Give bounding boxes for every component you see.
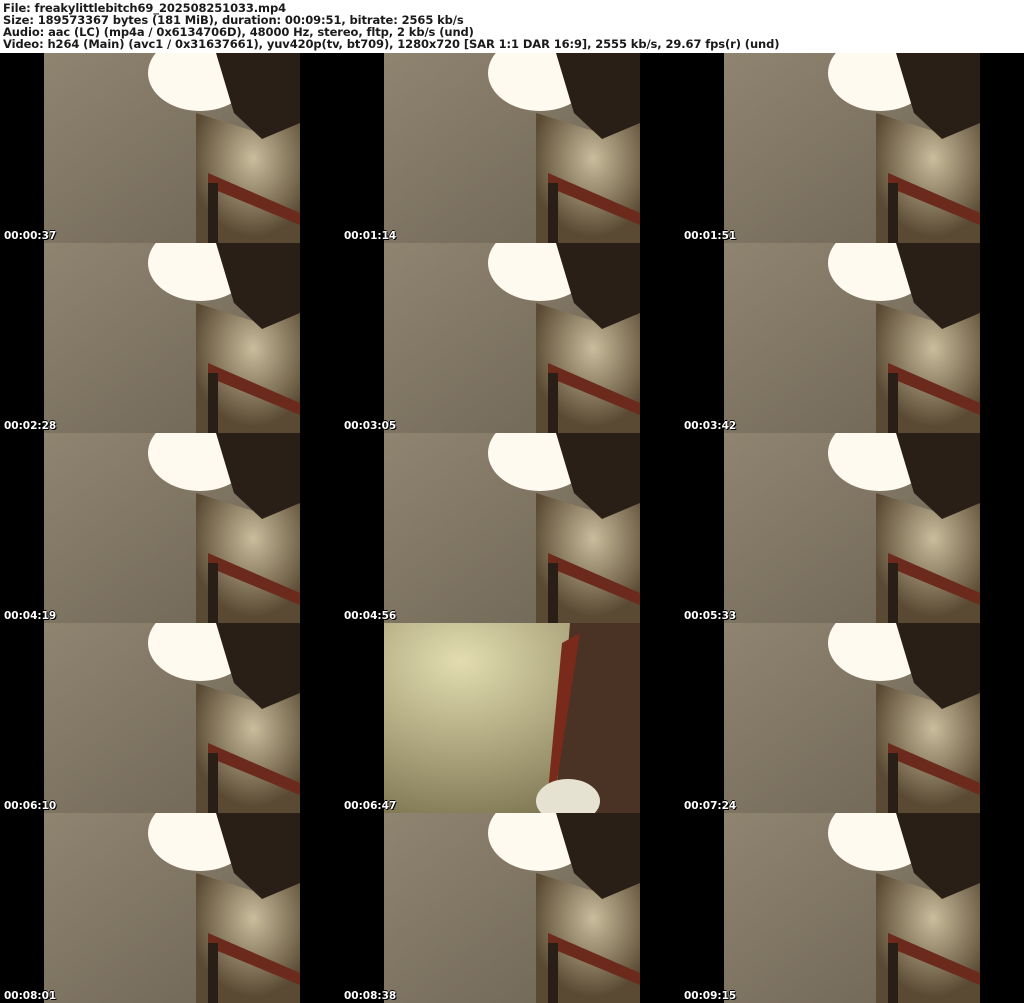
thumbnail-frame: 00:01:51 (680, 53, 1020, 243)
thumbnail-frame: 00:06:10 (0, 623, 340, 813)
thumbnail-timestamp: 00:07:24 (684, 800, 737, 812)
frame-image (340, 433, 680, 623)
frame-image (680, 623, 1020, 813)
thumbnail-timestamp: 00:06:10 (4, 800, 57, 812)
thumbnail-timestamp: 00:09:15 (684, 990, 737, 1002)
frame-image (0, 243, 340, 433)
thumbnail-frame: 00:03:42 (680, 243, 1020, 433)
frame-image (0, 813, 340, 1003)
frame-image (680, 53, 1020, 243)
thumbnail-frame: 00:03:05 (340, 243, 680, 433)
video-info-header: File: freakylittlebitch69_202508251033.m… (0, 0, 1024, 53)
thumbnail-timestamp: 00:08:01 (4, 990, 57, 1002)
thumbnail-grid: 00:00:37 00:01:14 00:01:51 00:02:28 00:0… (0, 53, 1024, 1003)
frame-image (340, 623, 680, 813)
thumbnail-frame: 00:01:14 (340, 53, 680, 243)
thumbnail-timestamp: 00:05:33 (684, 610, 737, 622)
video-info-line: Video: h264 (Main) (avc1 / 0x31637661), … (3, 37, 780, 51)
thumbnail-frame: 00:09:15 (680, 813, 1020, 1003)
thumbnail-frame: 00:05:33 (680, 433, 1020, 623)
thumbnail-frame: 00:07:24 (680, 623, 1020, 813)
thumbnail-timestamp: 00:01:14 (344, 230, 397, 242)
thumbnail-timestamp: 00:04:19 (4, 610, 57, 622)
thumbnail-timestamp: 00:08:38 (344, 990, 397, 1002)
thumbnail-frame: 00:06:47 (340, 623, 680, 813)
thumbnail-timestamp: 00:06:47 (344, 800, 397, 812)
frame-image (340, 243, 680, 433)
frame-image (680, 813, 1020, 1003)
frame-image (0, 433, 340, 623)
thumbnail-frame: 00:02:28 (0, 243, 340, 433)
thumbnail-timestamp: 00:00:37 (4, 230, 57, 242)
thumbnail-frame: 00:00:37 (0, 53, 340, 243)
thumbnail-timestamp: 00:04:56 (344, 610, 397, 622)
frame-image (340, 813, 680, 1003)
thumbnail-timestamp: 00:03:42 (684, 420, 737, 432)
frame-image (0, 53, 340, 243)
frame-image (680, 433, 1020, 623)
thumbnail-timestamp: 00:01:51 (684, 230, 737, 242)
thumbnail-frame: 00:08:38 (340, 813, 680, 1003)
thumbnail-frame: 00:08:01 (0, 813, 340, 1003)
frame-image (340, 53, 680, 243)
thumbnail-timestamp: 00:02:28 (4, 420, 57, 432)
thumbnail-frame: 00:04:19 (0, 433, 340, 623)
thumbnail-frame: 00:04:56 (340, 433, 680, 623)
thumbnail-timestamp: 00:03:05 (344, 420, 397, 432)
frame-image (680, 243, 1020, 433)
frame-image (0, 623, 340, 813)
